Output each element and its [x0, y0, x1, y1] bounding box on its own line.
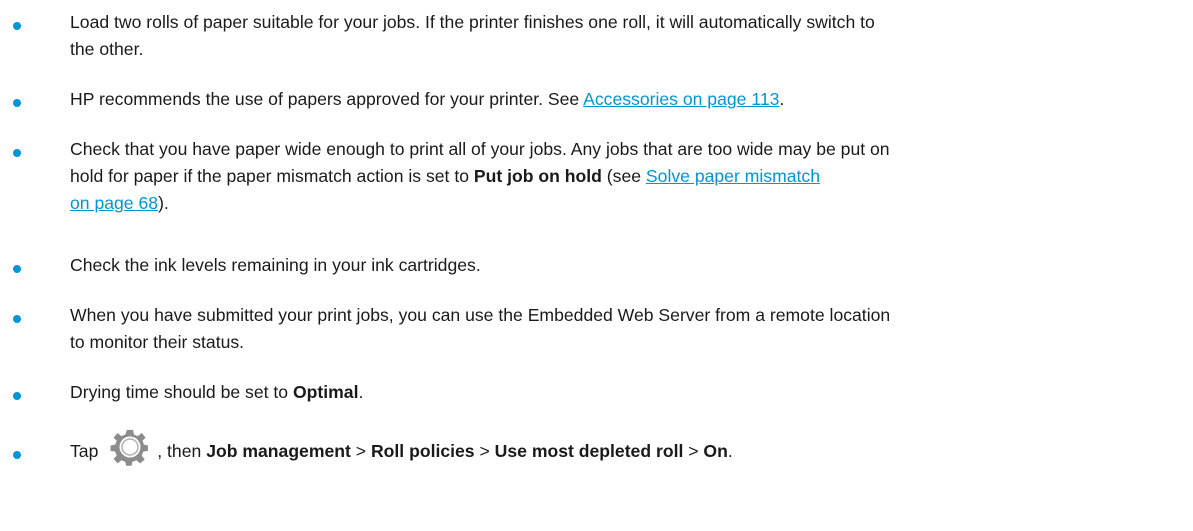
use-most-depleted-roll-menu: Use most depleted roll — [494, 441, 684, 461]
solve-paper-mismatch-page-link[interactable]: on page 68 — [70, 193, 158, 213]
bullet-icon — [13, 99, 21, 107]
item-5-line-1: When you have submitted your print jobs,… — [70, 305, 891, 325]
item-3-see-text: (see — [601, 166, 646, 186]
item-4-text: Check the ink levels remaining in your i… — [70, 255, 481, 275]
bullet-icon — [13, 451, 21, 459]
item-5-line-2: to monitor their status. — [70, 332, 245, 352]
list-item-text: When you have submitted your print jobs,… — [70, 302, 1188, 356]
item-3-line-2-text: hold for paper if the paper mismatch act… — [70, 166, 474, 186]
list-item-text: Tap , then Job management > Roll policie… — [70, 430, 1188, 467]
menu-separator: > — [350, 441, 371, 461]
list-item-text: Check that you have paper wide enough to… — [70, 136, 1188, 217]
item-1-line-1: Load two rolls of paper suitable for you… — [70, 12, 875, 32]
settings-gear-icon — [107, 427, 153, 467]
item-2-text: HP recommends the use of papers approved… — [70, 89, 584, 109]
optimal-option: Optimal — [292, 382, 359, 402]
item-1-line-2: the other. — [70, 39, 144, 59]
put-job-on-hold-option: Put job on hold — [473, 166, 602, 186]
accessories-link[interactable]: Accessories on page 113 — [583, 89, 779, 109]
job-management-menu: Job management — [206, 441, 351, 461]
bullet-icon — [13, 265, 21, 273]
list-item-text: Check the ink levels remaining in your i… — [70, 252, 1188, 279]
menu-separator: > — [474, 441, 495, 461]
solve-paper-mismatch-link[interactable]: Solve paper mismatch — [646, 166, 820, 186]
item-7-period: . — [727, 441, 733, 461]
item-3-close-text: ). — [158, 193, 169, 213]
bullet-icon — [13, 22, 21, 30]
item-7-then-text: , then — [157, 441, 207, 461]
bullet-icon — [13, 392, 21, 400]
item-7-tap-text: Tap — [70, 441, 104, 461]
list-item-text: Drying time should be set to Optimal. — [70, 379, 1188, 406]
list-item-text: HP recommends the use of papers approved… — [70, 86, 1188, 113]
list-item-text: Load two rolls of paper suitable for you… — [70, 9, 1188, 63]
bullet-icon — [13, 149, 21, 157]
item-6-period: . — [358, 382, 364, 402]
on-option: On — [703, 441, 728, 461]
item-2-period: . — [779, 89, 785, 109]
menu-separator: > — [683, 441, 704, 461]
item-3-line-1: Check that you have paper wide enough to… — [70, 139, 890, 159]
bullet-icon — [13, 315, 21, 323]
roll-policies-menu: Roll policies — [370, 441, 475, 461]
item-6-text: Drying time should be set to — [70, 382, 293, 402]
